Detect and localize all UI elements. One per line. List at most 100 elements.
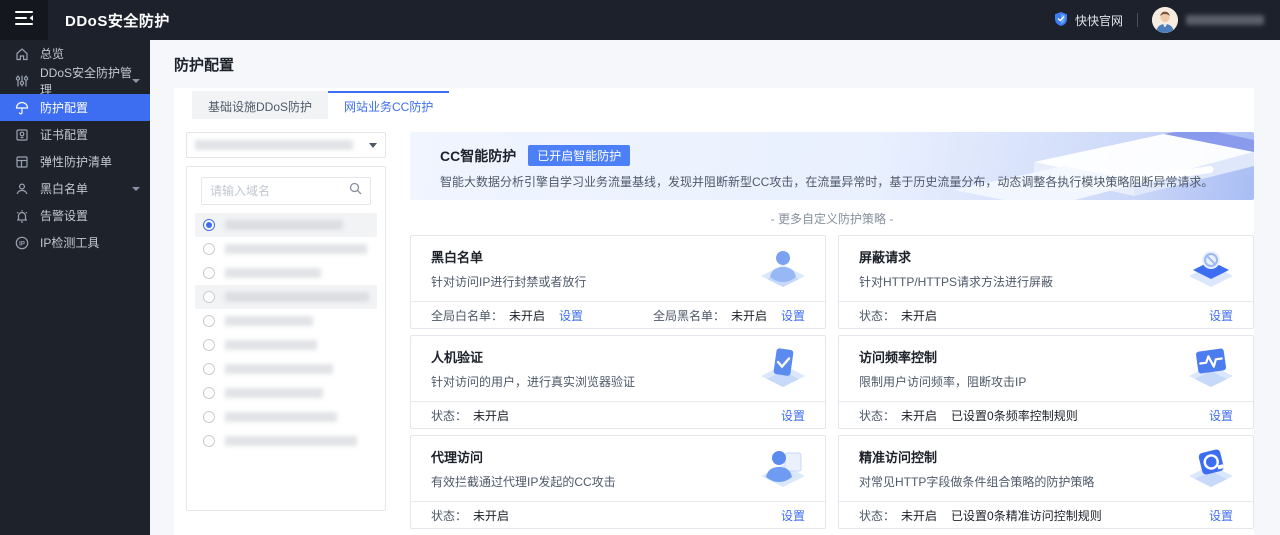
official-site-link[interactable]: 快快官网 [1053, 11, 1123, 30]
page-header: 防护配置 [150, 40, 1280, 88]
status-value: 未开启 [901, 308, 938, 323]
card-title: 代理访问 [431, 450, 484, 465]
domain-search [201, 177, 371, 205]
sidebar-item-protection-config[interactable]: 防护配置 [0, 94, 150, 121]
rules-count-text: 已设置0条频率控制规则 [951, 408, 1078, 423]
sidebar-item-label: 证书配置 [40, 128, 89, 142]
main-content: 防护配置 基础设施DDoS防护 网站业务CC防护 请输入域名 CC智能防护 已开… [150, 40, 1280, 535]
sidebar-item-label: 黑白名单 [40, 182, 89, 196]
card-title: 黑白名单 [431, 250, 484, 265]
target-cube-icon [1187, 445, 1235, 494]
card-footer: 状态： 未开启 设置 [411, 501, 825, 528]
domain-search-input[interactable] [210, 184, 349, 198]
domain-radio-row[interactable] [195, 381, 377, 405]
domain-name-redacted [225, 388, 323, 398]
page-title: 防护配置 [174, 56, 235, 74]
sidebar-item-black-white-list[interactable]: 黑白名单 [0, 175, 150, 202]
card-proxy-access: 代理访问 有效拦截通过代理IP发起的CC攻击 状态： 未开启 设置 [410, 435, 826, 529]
radio-icon [203, 243, 215, 255]
collapse-menu-button[interactable] [0, 0, 48, 40]
settings-link[interactable]: 设置 [1209, 307, 1233, 324]
domain-name-redacted [225, 436, 357, 446]
status-value: 未开启 [901, 508, 938, 523]
radio-icon [203, 291, 215, 303]
settings-link[interactable]: 设置 [781, 507, 805, 524]
domain-list-box [186, 166, 386, 511]
verify-cube-icon [759, 345, 807, 394]
search-icon [349, 182, 362, 200]
card-desc: 有效拦截通过代理IP发起的CC攻击 [431, 475, 616, 489]
card-footer: 状态： 未开启 设置 [411, 401, 825, 428]
sidebar-item-label: 告警设置 [40, 209, 89, 223]
domain-list [195, 213, 377, 453]
rules-count-text: 已设置0条精准访问控制规则 [951, 508, 1102, 523]
sidebar: 总览 DDoS安全防护管理 防护配置 证书配置 弹性防护清单 黑白名单 告警设置… [0, 40, 150, 535]
radio-icon [203, 363, 215, 375]
sidebar-item-alert-settings[interactable]: 告警设置 [0, 202, 150, 229]
domain-name-redacted [225, 412, 337, 422]
radio-icon [203, 435, 215, 447]
app-title: DDoS安全防护 [65, 12, 170, 30]
sidebar-item-elastic-protection-list[interactable]: 弹性防护清单 [0, 148, 150, 175]
sliders-icon [14, 73, 29, 88]
status-label: 状态： [859, 408, 896, 423]
sidebar-item-label: IP检测工具 [40, 236, 100, 250]
status-value: 未开启 [901, 408, 938, 423]
card-title: 精准访问控制 [859, 450, 938, 465]
whitelist-status: 未开启 [509, 308, 546, 323]
tab-infrastructure-ddos[interactable]: 基础设施DDoS防护 [192, 91, 329, 119]
domain-radio-row[interactable] [195, 261, 377, 285]
user-icon [14, 181, 29, 196]
content-card: 基础设施DDoS防护 网站业务CC防护 请输入域名 CC智能防护 已开启智能防护… [174, 88, 1254, 535]
domain-radio-row[interactable] [195, 405, 377, 429]
settings-link[interactable]: 设置 [1209, 407, 1233, 424]
smart-protection-title: CC智能防护 [440, 147, 517, 164]
card-desc: 对常见HTTP字段做条件组合策略的防护策略 [859, 475, 1095, 489]
domain-radio-row[interactable] [195, 333, 377, 357]
list-icon [14, 154, 29, 169]
domain-radio-row[interactable] [195, 285, 377, 309]
smart-protection-desc: 智能大数据分析引擎自学习业务流量基线，发现并阻断新型CC攻击，在流量异常时，基于… [440, 175, 1214, 189]
sidebar-item-label: 总览 [40, 47, 65, 61]
blacklist-status: 未开启 [730, 308, 767, 323]
domain-radio-row[interactable] [195, 309, 377, 333]
blacklist-settings-link[interactable]: 设置 [781, 307, 805, 324]
sidebar-item-ddos-management[interactable]: DDoS安全防护管理 [0, 66, 150, 97]
status-label: 状态： [859, 308, 896, 323]
tab-website-cc[interactable]: 网站业务CC防护 [328, 91, 450, 119]
domain-name-redacted [225, 220, 343, 230]
domain-radio-row[interactable] [195, 429, 377, 453]
domain-radio-row[interactable] [195, 213, 377, 237]
sidebar-item-label: 弹性防护清单 [40, 155, 113, 169]
card-desc: 针对访问IP进行封禁或者放行 [431, 275, 587, 289]
brand-shield-icon [1053, 11, 1075, 30]
sidebar-item-certificate-config[interactable]: 证书配置 [0, 121, 150, 148]
domain-radio-row[interactable] [195, 357, 377, 381]
card-desc: 限制用户访问频率，阻断攻击IP [859, 375, 1027, 389]
domain-name-redacted [225, 340, 317, 350]
card-precise-access-control: 精准访问控制 对常见HTTP字段做条件组合策略的防护策略 状态： 未开启 已设置… [838, 435, 1254, 529]
radio-icon [203, 387, 215, 399]
smart-protection-status-badge: 已开启智能防护 [528, 145, 631, 166]
whitelist-label: 全局白名单： [431, 308, 504, 323]
avatar[interactable] [1152, 7, 1178, 33]
domain-name-redacted [225, 268, 321, 278]
domain-radio-row[interactable] [195, 237, 377, 261]
card-block-request: 屏蔽请求 针对HTTP/HTTPS请求方法进行屏蔽 状态： 未开启 设置 [838, 235, 1254, 329]
settings-link[interactable]: 设置 [1209, 507, 1233, 524]
smart-protection-banner: CC智能防护 已开启智能防护 智能大数据分析引擎自学习业务流量基线，发现并阻断新… [410, 132, 1254, 200]
status-value: 未开启 [473, 408, 510, 423]
card-captcha: 人机验证 针对访问的用户，进行真实浏览器验证 状态： 未开启 设置 [410, 335, 826, 429]
radio-icon [203, 339, 215, 351]
sidebar-item-label: DDoS安全防护管理 [40, 65, 133, 97]
radio-icon [203, 315, 215, 327]
blacklist-label: 全局黑名单： [652, 308, 725, 323]
instance-select[interactable] [186, 132, 386, 158]
sidebar-item-ip-check-tool[interactable]: IP IP检测工具 [0, 229, 150, 256]
official-site-label: 快快官网 [1074, 13, 1123, 28]
card-footer: 全局白名单： 未开启 设置 全局黑名单： 未开启 设置 [411, 301, 825, 328]
settings-link[interactable]: 设置 [781, 407, 805, 424]
sidebar-item-label: 防护配置 [40, 101, 89, 115]
whitelist-settings-link[interactable]: 设置 [559, 307, 583, 324]
card-black-white-list: 黑白名单 针对访问IP进行封禁或者放行 全局白名单： 未开启 设置 全局黑名单：… [410, 235, 826, 329]
